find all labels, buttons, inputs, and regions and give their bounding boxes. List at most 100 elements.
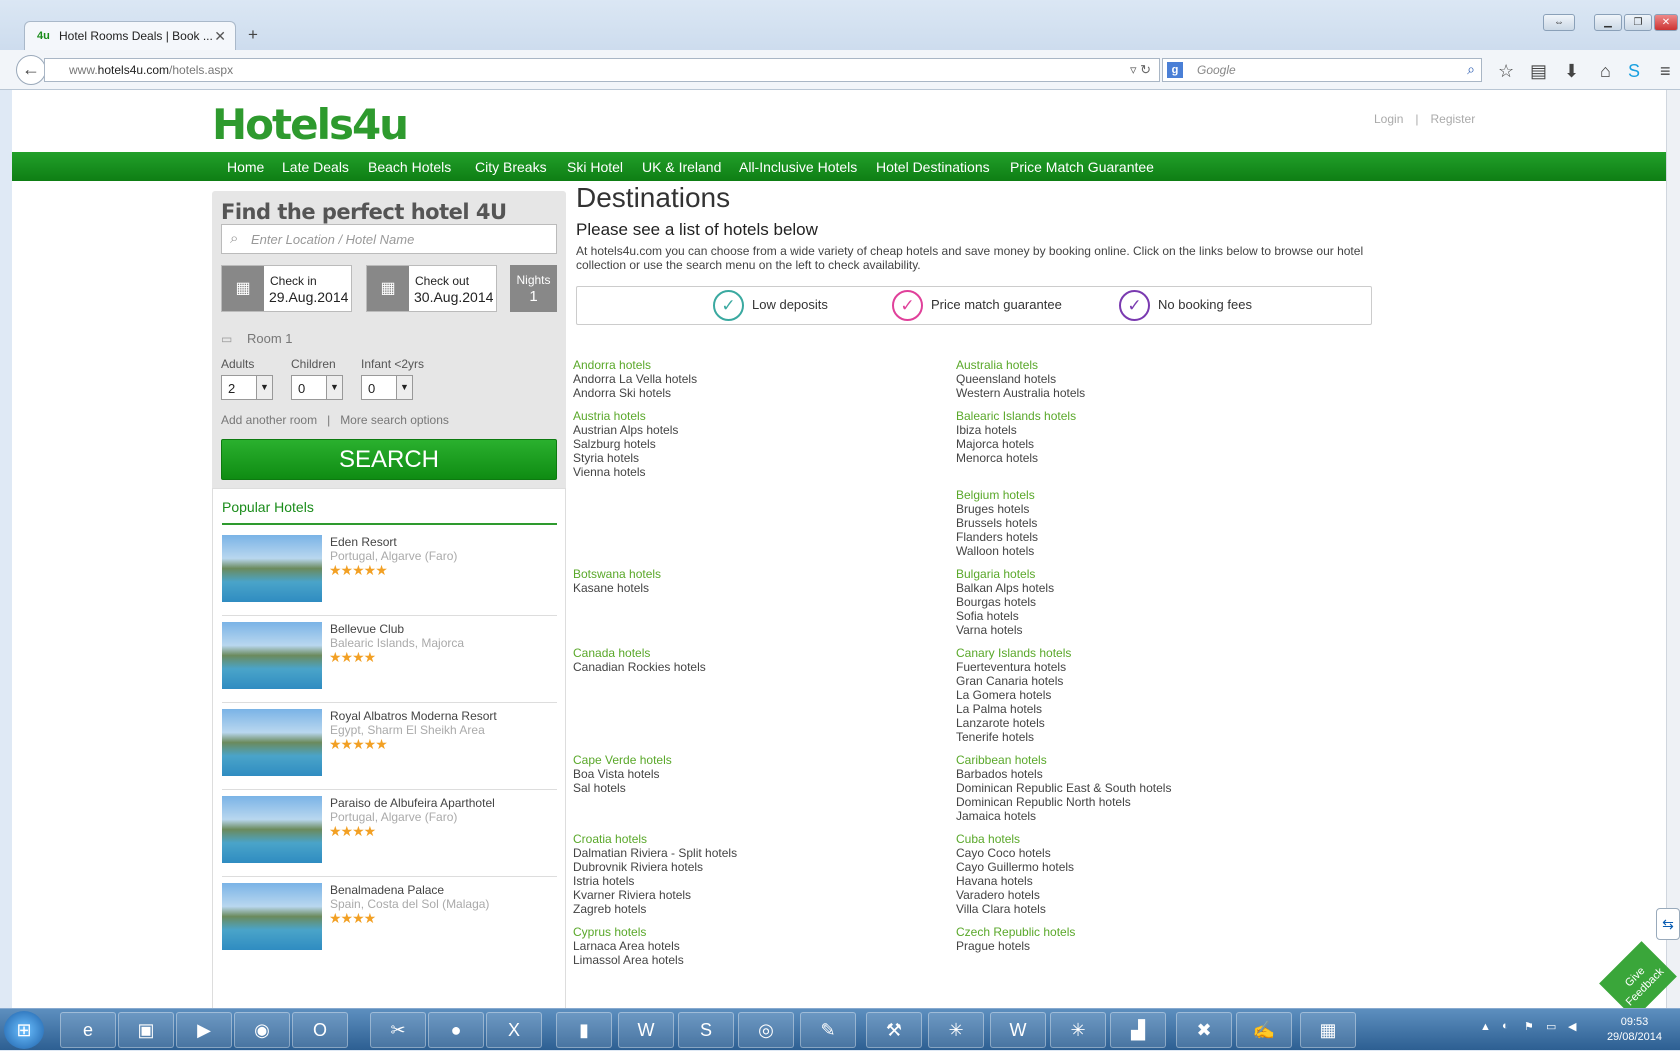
country-link[interactable]: Cuba hotels bbox=[956, 832, 1074, 846]
sparkle-app-icon[interactable]: ✳ bbox=[928, 1012, 984, 1048]
close-window-button[interactable]: ✕ bbox=[1654, 14, 1678, 31]
hotel-name[interactable]: Bellevue Club bbox=[330, 622, 404, 636]
region-link[interactable]: Varadero hotels bbox=[956, 888, 1074, 902]
nav-all-inclusive[interactable]: All-Inclusive Hotels bbox=[739, 159, 857, 175]
country-link[interactable]: Canary Islands hotels bbox=[956, 646, 1071, 660]
region-link[interactable]: Bourgas hotels bbox=[956, 595, 1054, 609]
notepad-icon[interactable]: ✎ bbox=[800, 1012, 856, 1048]
search-box[interactable]: g Google ⌕ bbox=[1162, 58, 1482, 82]
orb-app-icon[interactable]: ● bbox=[428, 1012, 484, 1048]
country-link[interactable]: Balearic Islands hotels bbox=[956, 409, 1076, 423]
calculator-icon[interactable]: ▦ bbox=[1300, 1012, 1356, 1048]
hotel-card[interactable]: Paraiso de Albufeira Aparthotel Portugal… bbox=[222, 790, 557, 877]
region-link[interactable]: Balkan Alps hotels bbox=[956, 581, 1054, 595]
hotel-name[interactable]: Paraiso de Albufeira Aparthotel bbox=[330, 796, 495, 810]
hotel-card[interactable]: Royal Albatros Moderna Resort Egypt, Sha… bbox=[222, 703, 557, 790]
children-select[interactable]: 0 ▼ bbox=[291, 375, 343, 400]
country-link[interactable]: Botswana hotels bbox=[573, 567, 661, 581]
tray-network-icon[interactable]: ◐ bbox=[1502, 1020, 1509, 1032]
infant-select[interactable]: 0 ▼ bbox=[361, 375, 413, 400]
media-player-icon[interactable]: ▶ bbox=[176, 1012, 232, 1048]
region-link[interactable]: Austrian Alps hotels bbox=[573, 423, 678, 437]
snipping-tool-icon[interactable]: ✂ bbox=[370, 1012, 426, 1048]
country-link[interactable]: Bulgaria hotels bbox=[956, 567, 1054, 581]
nav-price-match[interactable]: Price Match Guarantee bbox=[1010, 159, 1154, 175]
region-link[interactable]: Cayo Guillermo hotels bbox=[956, 860, 1074, 874]
close-app-icon[interactable]: ✖ bbox=[1176, 1012, 1232, 1048]
sparkle-app-icon-2[interactable]: ✳ bbox=[1050, 1012, 1106, 1048]
country-link[interactable]: Cape Verde hotels bbox=[573, 753, 672, 767]
region-link[interactable]: Canadian Rockies hotels bbox=[573, 660, 706, 674]
region-link[interactable]: Styria hotels bbox=[573, 451, 678, 465]
ws-app-icon[interactable]: W bbox=[618, 1012, 674, 1048]
region-link[interactable]: La Palma hotels bbox=[956, 702, 1071, 716]
region-link[interactable]: Istria hotels bbox=[573, 874, 737, 888]
region-link[interactable]: Villa Clara hotels bbox=[956, 902, 1074, 916]
nav-city-breaks[interactable]: City Breaks bbox=[475, 159, 547, 175]
hotel-image[interactable] bbox=[222, 622, 322, 689]
hotel-image[interactable] bbox=[222, 796, 322, 863]
region-link[interactable]: Tenerife hotels bbox=[956, 730, 1071, 744]
ws-app-icon-2[interactable]: W bbox=[990, 1012, 1046, 1048]
tray-monitor-icon[interactable]: ▭ bbox=[1546, 1020, 1556, 1033]
skype-icon[interactable]: S bbox=[1628, 61, 1640, 82]
region-link[interactable]: Salzburg hotels bbox=[573, 437, 678, 451]
region-link[interactable]: Dominican Republic East & South hotels bbox=[956, 781, 1171, 795]
region-link[interactable]: Larnaca Area hotels bbox=[573, 939, 684, 953]
search-button[interactable]: SEARCH bbox=[221, 439, 557, 480]
region-link[interactable]: Dominican Republic North hotels bbox=[956, 795, 1171, 809]
site-logo[interactable]: Hotels4u bbox=[212, 100, 409, 149]
region-link[interactable]: Dalmatian Riviera - Split hotels bbox=[573, 846, 737, 860]
region-link[interactable]: Limassol Area hotels bbox=[573, 953, 684, 967]
close-tab-icon[interactable]: ✕ bbox=[214, 28, 226, 45]
back-button[interactable]: ← bbox=[16, 55, 46, 85]
region-link[interactable]: Fuerteventura hotels bbox=[956, 660, 1071, 674]
country-link[interactable]: Caribbean hotels bbox=[956, 753, 1171, 767]
hotel-card[interactable]: Bellevue Club Balearic Islands, Majorca … bbox=[222, 616, 557, 703]
hotel-name[interactable]: Eden Resort bbox=[330, 535, 397, 549]
tray-flag-icon[interactable]: ⚑ bbox=[1524, 1020, 1534, 1033]
region-link[interactable]: Havana hotels bbox=[956, 874, 1074, 888]
region-link[interactable]: La Gomera hotels bbox=[956, 688, 1071, 702]
adults-select[interactable]: 2 ▼ bbox=[221, 375, 273, 400]
country-link[interactable]: Croatia hotels bbox=[573, 832, 737, 846]
region-link[interactable]: Lanzarote hotels bbox=[956, 716, 1071, 730]
region-link[interactable]: Varna hotels bbox=[956, 623, 1054, 637]
nav-home[interactable]: Home bbox=[227, 159, 264, 175]
country-link[interactable]: Cyprus hotels bbox=[573, 925, 684, 939]
new-tab-icon[interactable]: + bbox=[248, 25, 258, 45]
skype-taskbar-icon[interactable]: S bbox=[678, 1012, 734, 1048]
login-link[interactable]: Login bbox=[1374, 112, 1403, 126]
menu-icon[interactable]: ≡ bbox=[1660, 61, 1671, 82]
teamviewer-icon[interactable]: ⇆ bbox=[1656, 908, 1680, 940]
restore-tab-icon[interactable]: ⇔ bbox=[1543, 14, 1575, 31]
nav-uk-ireland[interactable]: UK & Ireland bbox=[642, 159, 721, 175]
page-scrollbar[interactable] bbox=[1666, 90, 1680, 1008]
nav-late-deals[interactable]: Late Deals bbox=[282, 159, 349, 175]
chrome-icon[interactable]: ◎ bbox=[738, 1012, 794, 1048]
checkout-date[interactable]: ▦ Check out 30.Aug.2014 bbox=[366, 265, 497, 312]
command-prompt-icon[interactable]: ▮ bbox=[556, 1012, 612, 1048]
outlook-icon[interactable]: O bbox=[292, 1012, 348, 1048]
explorer-icon[interactable]: ▣ bbox=[118, 1012, 174, 1048]
nav-ski-hotel[interactable]: Ski Hotel bbox=[567, 159, 623, 175]
ie-icon[interactable]: e bbox=[60, 1012, 116, 1048]
bookmarks-menu-icon[interactable]: ▤ bbox=[1530, 61, 1547, 82]
tray-volume-icon[interactable]: ◀ bbox=[1568, 1020, 1576, 1033]
location-input[interactable]: ⌕ Enter Location / Hotel Name bbox=[221, 224, 557, 254]
country-link[interactable]: Austria hotels bbox=[573, 409, 678, 423]
browser-tab[interactable]: 4u Hotel Rooms Deals | Book ... ✕ bbox=[24, 21, 236, 50]
region-link[interactable]: Queensland hotels bbox=[956, 372, 1085, 386]
home-icon[interactable]: ⌂ bbox=[1600, 61, 1611, 82]
nav-hotel-destinations[interactable]: Hotel Destinations bbox=[876, 159, 990, 175]
google-icon[interactable]: g bbox=[1167, 62, 1183, 78]
system-clock[interactable]: 09:53 29/08/2014 bbox=[1607, 1015, 1662, 1045]
region-link[interactable]: Prague hotels bbox=[956, 939, 1075, 953]
reload-icon[interactable]: ▿ ↻ bbox=[1130, 62, 1151, 78]
hotel-name[interactable]: Benalmadena Palace bbox=[330, 883, 444, 897]
bookmark-star-icon[interactable]: ☆ bbox=[1498, 61, 1514, 82]
hotel-name[interactable]: Royal Albatros Moderna Resort bbox=[330, 709, 497, 723]
region-link[interactable]: Sofia hotels bbox=[956, 609, 1054, 623]
region-link[interactable]: Zagreb hotels bbox=[573, 902, 737, 916]
region-link[interactable]: Barbados hotels bbox=[956, 767, 1171, 781]
